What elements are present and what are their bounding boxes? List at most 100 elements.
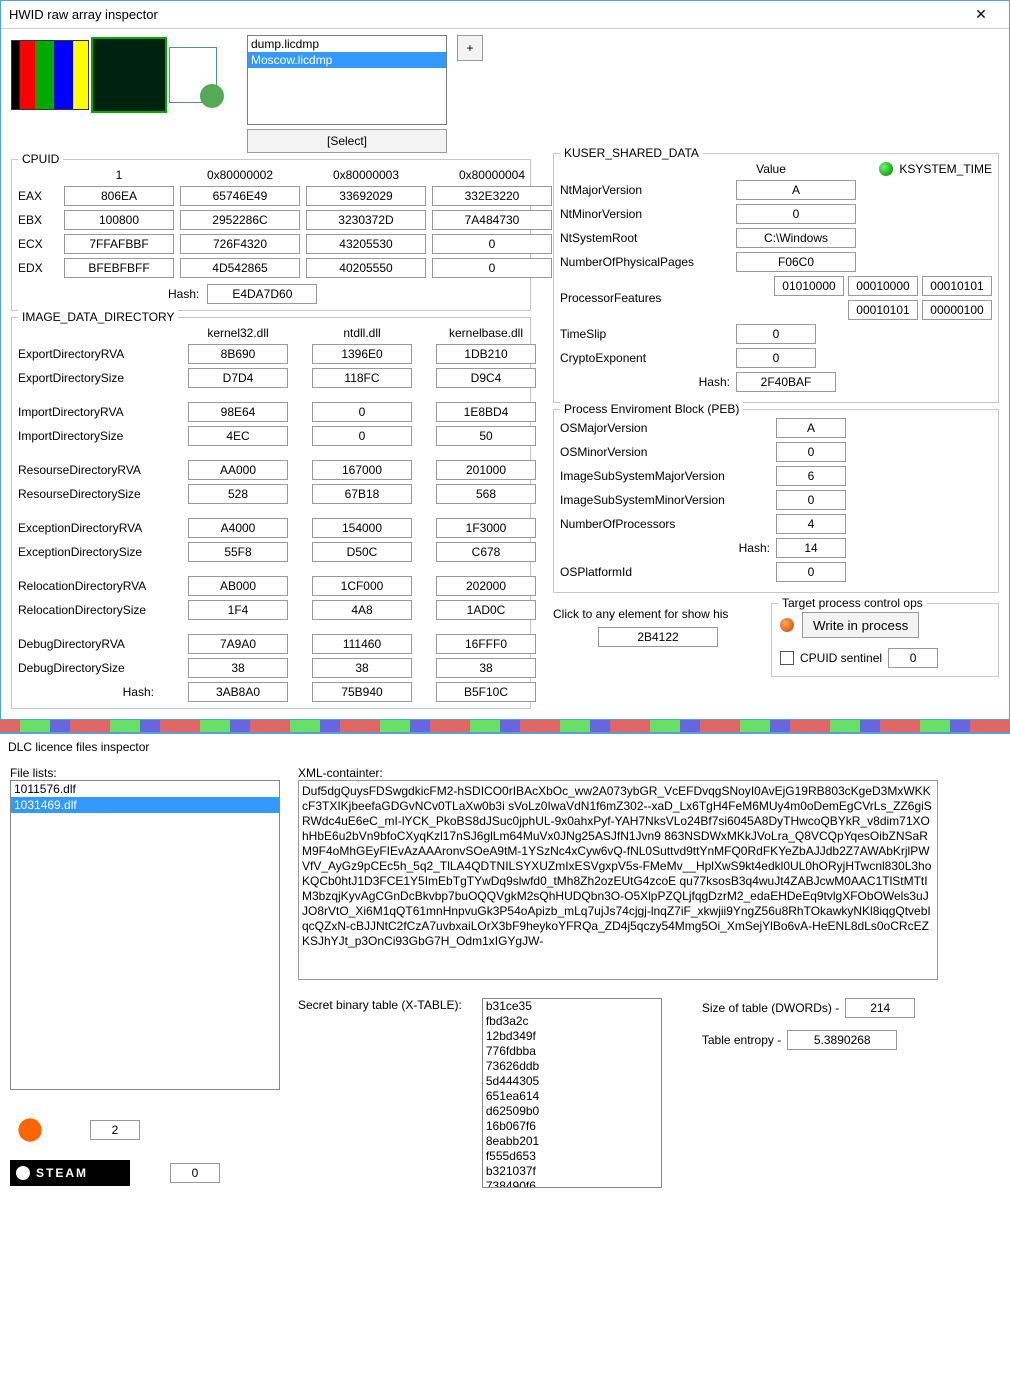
xtable-item[interactable]: 8eabb201 <box>483 1134 661 1149</box>
origin-count[interactable]: 2 <box>90 1120 140 1140</box>
idd-value[interactable]: 38 <box>312 658 412 678</box>
peb-value[interactable]: A <box>776 418 846 438</box>
cpuid-value[interactable]: 43205530 <box>306 234 426 254</box>
proc-feature-value[interactable]: 00010000 <box>848 276 918 296</box>
click-element-value[interactable]: 2B4122 <box>598 627 718 647</box>
crypto-value[interactable]: 0 <box>736 348 816 368</box>
idd-value[interactable]: 1AD0C <box>436 600 536 620</box>
xtable-item[interactable]: 73626ddb <box>483 1059 661 1074</box>
xtable-item[interactable]: b321037f <box>483 1164 661 1179</box>
cpuid-value[interactable]: 65746E49 <box>180 186 300 206</box>
idd-value[interactable]: 0 <box>312 426 412 446</box>
idd-value[interactable]: 50 <box>436 426 536 446</box>
xtable-list[interactable]: b31ce35fbd3a2c12bd349f776fdbba73626ddb5d… <box>482 998 662 1188</box>
idd-value[interactable]: 38 <box>436 658 536 678</box>
cpuid-value[interactable]: 806EA <box>64 186 174 206</box>
select-button[interactable]: [Select] <box>247 129 447 153</box>
entropy-value[interactable]: 5.3890268 <box>787 1030 897 1050</box>
cpuid-value[interactable]: BFEBFBFF <box>64 258 174 278</box>
idd-value[interactable]: 1DB210 <box>436 344 536 364</box>
xtable-item[interactable]: b31ce35 <box>483 999 661 1014</box>
cpuid-value[interactable]: 33692029 <box>306 186 426 206</box>
xtable-item[interactable]: f555d653 <box>483 1149 661 1164</box>
idd-value[interactable]: 1E8BD4 <box>436 402 536 422</box>
close-icon[interactable]: ✕ <box>961 6 1001 23</box>
kusd-value[interactable]: A <box>736 180 856 200</box>
idd-value[interactable]: D50C <box>312 542 412 562</box>
proc-feature-value[interactable]: 01010000 <box>774 276 844 296</box>
cpuid-sentinel-checkbox[interactable] <box>780 651 794 665</box>
xtable-item[interactable]: 738490f6 <box>483 1179 661 1188</box>
peb-value[interactable]: 4 <box>776 514 846 534</box>
idd-value[interactable]: AA000 <box>188 460 288 480</box>
cpuid-value[interactable]: 0 <box>432 234 552 254</box>
idd-value[interactable]: C678 <box>436 542 536 562</box>
cpuid-value[interactable]: 4D542865 <box>180 258 300 278</box>
os-platform-value[interactable]: 0 <box>776 562 846 582</box>
idd-value[interactable]: 167000 <box>312 460 412 480</box>
cpuid-value[interactable]: 726F4320 <box>180 234 300 254</box>
idd-hash-value[interactable]: B5F10C <box>436 682 536 702</box>
steam-count[interactable]: 0 <box>170 1163 220 1183</box>
write-in-process-button[interactable]: Write in process <box>802 612 919 638</box>
dlc-file-item[interactable]: 1011576.dlf <box>11 781 279 797</box>
idd-value[interactable]: AB000 <box>188 576 288 596</box>
kusd-value[interactable]: F06C0 <box>736 252 856 272</box>
idd-value[interactable]: 67B18 <box>312 484 412 504</box>
idd-value[interactable]: 1CF000 <box>312 576 412 596</box>
dlc-file-list[interactable]: 1011576.dlf1031469.dlf <box>10 780 280 1090</box>
idd-value[interactable]: D7D4 <box>188 368 288 388</box>
xml-container-text[interactable]: Duf5dgQuysFDSwgdkicFM2-hSDICO0rIBAcXbOc_… <box>298 780 938 980</box>
peb-hash-value[interactable]: 14 <box>776 538 846 558</box>
idd-value[interactable]: 16FFF0 <box>436 634 536 654</box>
file-item[interactable]: dump.licdmp <box>248 36 446 52</box>
peb-value[interactable]: 0 <box>776 442 846 462</box>
cpuid-hash-value[interactable]: E4DA7D60 <box>207 284 317 304</box>
cpuid-value[interactable]: 7FFAFBBF <box>64 234 174 254</box>
cpuid-sentinel-value[interactable]: 0 <box>888 648 938 668</box>
idd-value[interactable]: 1F4 <box>188 600 288 620</box>
idd-value[interactable]: 118FC <box>312 368 412 388</box>
proc-feature-value[interactable]: 00000100 <box>922 300 992 320</box>
idd-value[interactable]: 1F3000 <box>436 518 536 538</box>
idd-hash-value[interactable]: 75B940 <box>312 682 412 702</box>
dump-file-list[interactable]: dump.licdmpMoscow.licdmp <box>247 35 447 125</box>
idd-value[interactable]: 202000 <box>436 576 536 596</box>
idd-value[interactable]: 55F8 <box>188 542 288 562</box>
timeslip-value[interactable]: 0 <box>736 324 816 344</box>
idd-value[interactable]: 0 <box>312 402 412 422</box>
proc-feature-value[interactable]: 00010101 <box>848 300 918 320</box>
idd-value[interactable]: 201000 <box>436 460 536 480</box>
cpuid-value[interactable]: 7A484730 <box>432 210 552 230</box>
xtable-item[interactable]: 16b067f6 <box>483 1119 661 1134</box>
xtable-item[interactable]: d62509b0 <box>483 1104 661 1119</box>
idd-value[interactable]: 111460 <box>312 634 412 654</box>
idd-value[interactable]: 528 <box>188 484 288 504</box>
xtable-item[interactable]: 5d444305 <box>483 1074 661 1089</box>
size-value[interactable]: 214 <box>845 998 915 1018</box>
dlc-file-item[interactable]: 1031469.dlf <box>11 797 279 813</box>
idd-value[interactable]: 8B690 <box>188 344 288 364</box>
idd-value[interactable]: 38 <box>188 658 288 678</box>
peb-value[interactable]: 0 <box>776 490 846 510</box>
idd-value[interactable]: 7A9A0 <box>188 634 288 654</box>
idd-value[interactable]: 4A8 <box>312 600 412 620</box>
idd-value[interactable]: 154000 <box>312 518 412 538</box>
kusd-value[interactable]: 0 <box>736 204 856 224</box>
cpuid-value[interactable]: 40205550 <box>306 258 426 278</box>
cpuid-value[interactable]: 3230372D <box>306 210 426 230</box>
kusd-hash-value[interactable]: 2F40BAF <box>736 372 836 392</box>
idd-hash-value[interactable]: 3AB8A0 <box>188 682 288 702</box>
peb-value[interactable]: 6 <box>776 466 846 486</box>
idd-value[interactable]: 4EC <box>188 426 288 446</box>
cpuid-value[interactable]: 2952286C <box>180 210 300 230</box>
xtable-item[interactable]: 12bd349f <box>483 1029 661 1044</box>
xtable-item[interactable]: fbd3a2c <box>483 1014 661 1029</box>
kusd-value[interactable]: C:\Windows <box>736 228 856 248</box>
cpuid-value[interactable]: 332E3220 <box>432 186 552 206</box>
file-item[interactable]: Moscow.licdmp <box>248 52 446 68</box>
cpuid-value[interactable]: 100800 <box>64 210 174 230</box>
add-file-button[interactable]: + <box>457 35 483 61</box>
idd-value[interactable]: 568 <box>436 484 536 504</box>
proc-feature-value[interactable]: 00010101 <box>922 276 992 296</box>
